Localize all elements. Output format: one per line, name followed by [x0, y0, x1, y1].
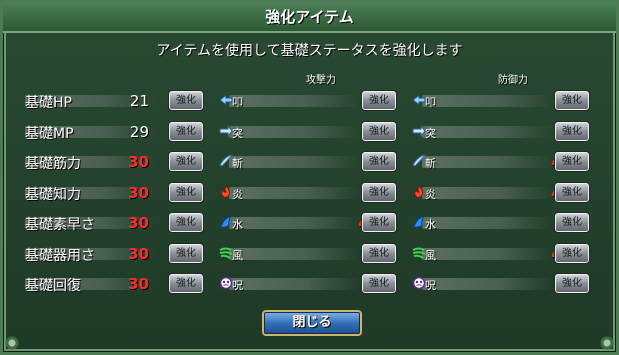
attack-element-label: 叩	[232, 96, 243, 109]
defense-element-label: 叩	[425, 96, 436, 109]
pierce-icon: 突	[219, 123, 247, 141]
curse-icon: 呪	[219, 275, 247, 293]
enhance-attack-button[interactable]: 強化	[361, 212, 397, 233]
enhance-stat-button[interactable]: 強化	[168, 242, 204, 264]
stat-value: 30	[128, 244, 149, 263]
water-icon: 水	[412, 214, 440, 232]
stat-row: 基礎筋力30強化斬31強化斬40強化	[3, 149, 616, 177]
water-icon: 水	[219, 214, 247, 232]
stat-value: 29	[129, 122, 149, 141]
slash-icon: 斬	[412, 153, 440, 171]
stat-row: 基礎MP29強化突30強化突29強化	[3, 119, 616, 147]
stat-value: 30	[128, 153, 149, 171]
stat-row: 基礎知力30強化炎27強化炎40強化	[3, 180, 616, 208]
enhance-defense-button[interactable]: 強化	[554, 181, 590, 203]
defense-column-header: 防御力	[498, 75, 528, 86]
enhance-defense-button[interactable]: 強化	[554, 273, 590, 294]
stat-label: 基礎素早さ	[25, 217, 95, 233]
window-subtitle: アイテムを使用して基礎ステータスを強化します	[156, 43, 463, 59]
pierce-icon: 突	[412, 123, 440, 141]
defense-element-label: 炎	[425, 187, 436, 201]
attack-element-label: 炎	[232, 187, 243, 201]
stat-label: 基礎器用さ	[25, 247, 95, 264]
attack-element-label: 水	[232, 218, 243, 231]
slash-icon: 斬	[219, 153, 247, 171]
enhance-attack-button[interactable]: 強化	[361, 242, 397, 264]
defense-element-label: 斬	[425, 157, 436, 170]
corner-ornament	[600, 336, 614, 350]
enhance-attack-button[interactable]: 強化	[361, 90, 397, 111]
defense-element-label: 突	[425, 126, 436, 140]
defense-element-label: 風	[425, 248, 436, 262]
defense-element-label: 呪	[425, 279, 436, 292]
enhance-defense-button[interactable]: 強化	[554, 120, 590, 142]
attack-column-header: 攻撃力	[306, 75, 336, 86]
stat-label: 基礎HP	[25, 95, 72, 111]
fire-icon: 炎	[219, 184, 247, 202]
enhance-stat-button[interactable]: 強化	[168, 181, 204, 203]
stat-row: 基礎器用さ30強化風32強化風40強化	[3, 241, 616, 269]
wind-icon: 風	[219, 245, 247, 263]
enhance-attack-button[interactable]: 強化	[361, 181, 397, 203]
corner-ornament	[5, 336, 19, 350]
wind-icon: 風	[412, 245, 440, 263]
enhance-attack-button[interactable]: 強化	[361, 151, 397, 172]
enhance-stat-button[interactable]: 強化	[168, 151, 204, 172]
enhance-attack-button[interactable]: 強化	[361, 120, 397, 142]
enhance-defense-button[interactable]: 強化	[554, 242, 590, 264]
enhance-stat-button[interactable]: 強化	[168, 212, 204, 233]
stat-label: 基礎知力	[25, 186, 81, 203]
stat-value: 30	[128, 275, 149, 293]
attack-element-label: 突	[232, 126, 243, 140]
stat-value: 21	[129, 92, 149, 110]
stat-label: 基礎MP	[25, 125, 74, 142]
strike-icon: 叩	[412, 92, 440, 110]
attack-element-label: 斬	[232, 157, 243, 170]
stat-label: 基礎回復	[25, 278, 81, 294]
strike-icon: 叩	[219, 92, 247, 110]
enhance-defense-button[interactable]: 強化	[554, 212, 590, 233]
stat-value: 30	[128, 214, 149, 232]
enhance-stat-button[interactable]: 強化	[168, 90, 204, 111]
curse-icon: 呪	[412, 275, 440, 293]
enhance-attack-button[interactable]: 強化	[361, 273, 397, 294]
attack-element-label: 呪	[232, 279, 243, 292]
window-title: 強化アイテム	[3, 3, 616, 33]
enhance-defense-button[interactable]: 強化	[554, 90, 590, 111]
enhance-stat-button[interactable]: 強化	[168, 120, 204, 142]
stat-row: 基礎回復30強化呪32強化呪32強化	[3, 271, 616, 299]
close-button[interactable]: 閉じる	[262, 310, 362, 336]
stat-row: 基礎素早さ30強化水40強化水36強化	[3, 210, 616, 238]
enhance-defense-button[interactable]: 強化	[554, 151, 590, 172]
stat-row: 基礎HP21強化叩36強化叩31強化	[3, 88, 616, 116]
fire-icon: 炎	[412, 184, 440, 202]
enhance-stat-button[interactable]: 強化	[168, 273, 204, 294]
defense-element-label: 水	[425, 218, 436, 231]
attack-element-label: 風	[232, 248, 243, 262]
stat-label: 基礎筋力	[25, 156, 81, 172]
stat-value: 30	[128, 183, 149, 202]
enhance-item-window: 強化アイテム アイテムを使用して基礎ステータスを強化します 攻撃力 防御力 基礎…	[0, 0, 619, 355]
